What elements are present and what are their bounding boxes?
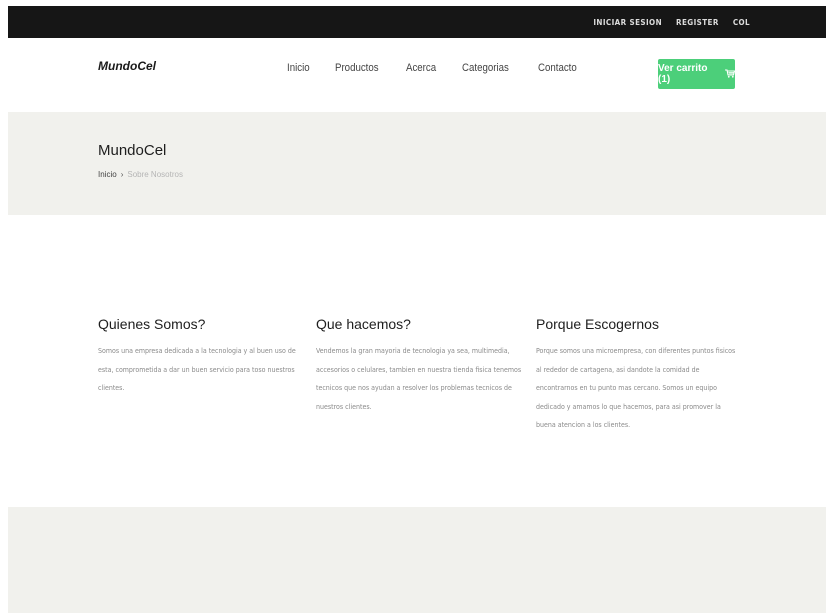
nav-item-acerca[interactable]: Acerca	[406, 62, 436, 74]
view-cart-button[interactable]: Ver carrito (1)	[658, 59, 736, 89]
top-bar-links: INICIAR SESION REGISTER COL	[579, 6, 750, 38]
about-section-quienes: Quienes Somos? Somos una empresa dedicad…	[98, 316, 308, 398]
about-section-porque: Porque Escogernos Porque somos una micro…	[536, 316, 736, 435]
cart-icon	[725, 68, 736, 80]
section-title: Que hacemos?	[316, 316, 411, 332]
nav-item-productos[interactable]: Productos	[335, 62, 379, 74]
login-link[interactable]: INICIAR SESION	[593, 18, 662, 27]
breadcrumb-separator-icon: ›	[120, 170, 124, 179]
about-section-que-hacemos: Que hacemos? Vendemos la gran mayoria de…	[316, 316, 526, 416]
page-header: MundoCel Inicio › Sobre Nosotros	[8, 112, 826, 215]
breadcrumb-home-link[interactable]: Inicio	[98, 170, 117, 179]
breadcrumb: Inicio › Sobre Nosotros	[98, 170, 183, 179]
page-title: MundoCel	[98, 142, 167, 159]
register-link[interactable]: REGISTER	[676, 18, 719, 27]
brand-logo[interactable]: MundoCel	[98, 59, 156, 73]
main-navbar: MundoCel Inicio Productos Acerca Categor…	[8, 38, 826, 112]
nav-item-inicio[interactable]: Inicio	[287, 62, 310, 74]
section-title: Porque Escogernos	[536, 316, 659, 332]
nav-item-contacto[interactable]: Contacto	[538, 62, 577, 74]
section-text: Somos una empresa dedicada a la tecnolog…	[98, 347, 296, 392]
nav-menu: Inicio Productos Acerca Categorias Conta…	[287, 62, 604, 74]
country-selector[interactable]: COL	[733, 18, 750, 27]
nav-item-categorias[interactable]: Categorias	[462, 62, 509, 74]
section-title: Quienes Somos?	[98, 316, 206, 332]
section-text: Porque somos una microempresa, con difer…	[536, 347, 736, 429]
section-text: Vendemos la gran mayoria de tecnologia y…	[316, 347, 522, 411]
footer-band	[8, 507, 826, 613]
top-bar: INICIAR SESION REGISTER COL	[8, 6, 826, 38]
cart-button-label: Ver carrito (1)	[658, 63, 708, 85]
breadcrumb-current: Sobre Nosotros	[127, 170, 183, 179]
